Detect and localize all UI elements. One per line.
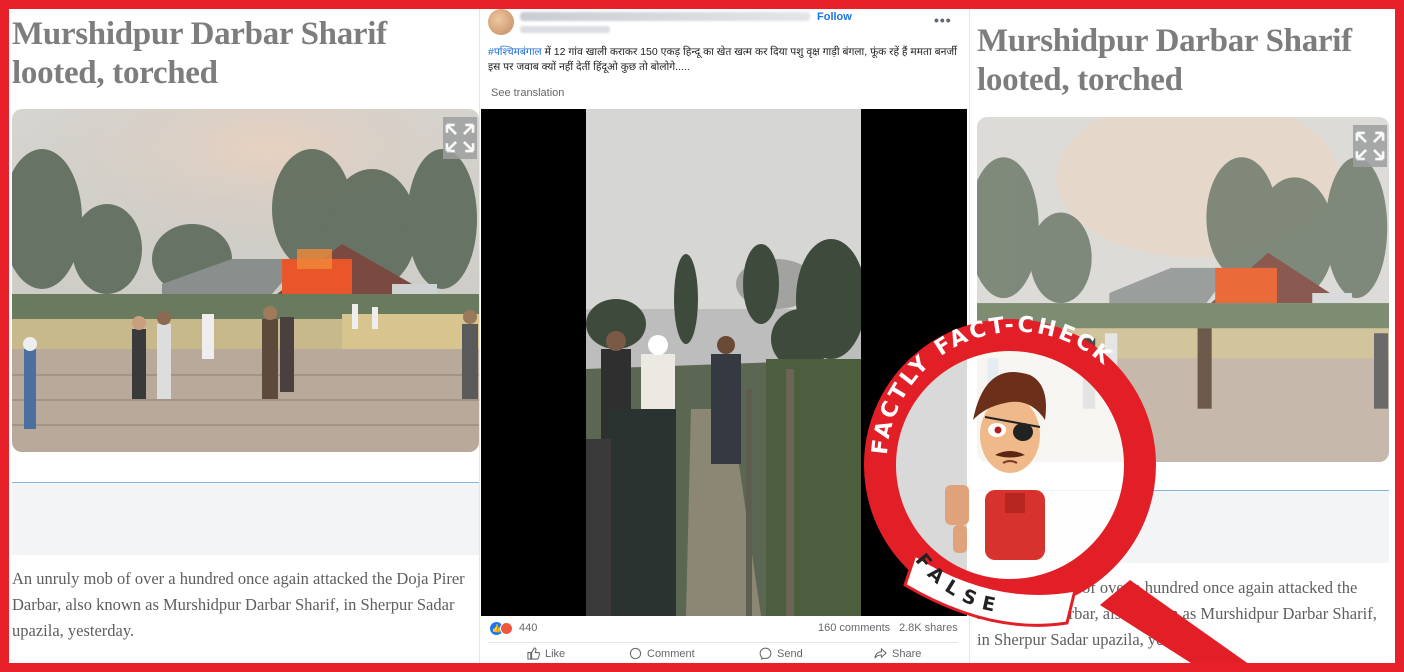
- hashtag-link[interactable]: #पश्चिमबंगाल: [488, 46, 542, 58]
- more-options-icon[interactable]: •••: [934, 12, 952, 28]
- article-photo: [12, 109, 479, 452]
- reaction-count[interactable]: 440: [519, 622, 537, 634]
- angry-reaction-icon: [500, 622, 513, 635]
- factly-false-stamp: FACTLY FACT-CHECK FALSE: [864, 312, 1260, 672]
- post-caption: #पश्चिमबंगाल में 12 गांव खाली कराकर 150 …: [488, 45, 958, 75]
- burning-building-image: [12, 109, 479, 452]
- send-button[interactable]: Send: [759, 647, 803, 660]
- comment-button[interactable]: Comment: [629, 647, 695, 660]
- blurred-post-meta: [520, 26, 610, 33]
- comment-label: Comment: [647, 647, 695, 660]
- fact-check-badge: FACTLY FACT-CHECK FALSE: [845, 305, 1285, 672]
- blurred-author-name[interactable]: [520, 12, 810, 21]
- left-article: Murshidpur Darbar Sharif looted, torched: [9, 9, 479, 663]
- article-headline: Murshidpur Darbar Sharif looted, torched: [12, 16, 387, 91]
- like-button[interactable]: Like: [527, 647, 565, 660]
- see-translation-link[interactable]: See translation: [491, 87, 564, 99]
- expand-icon: [1355, 131, 1385, 161]
- expand-icon: [445, 123, 475, 153]
- like-label: Like: [545, 647, 566, 660]
- video-frame: [586, 109, 861, 616]
- article-body: An unruly mob of over a hundred once aga…: [12, 569, 465, 640]
- send-label: Send: [777, 647, 803, 660]
- ad-placeholder: [12, 483, 479, 555]
- expand-image-button[interactable]: [1353, 125, 1387, 167]
- messenger-icon: [759, 647, 772, 660]
- avatar[interactable]: [488, 9, 514, 35]
- follow-button[interactable]: Follow: [817, 11, 852, 23]
- caption-text: में 12 गांव खाली कराकर 150 एकड़ हिन्दू क…: [488, 46, 957, 73]
- comment-icon: [629, 647, 642, 660]
- magnifier-handle: [1100, 580, 1260, 672]
- article-headline: Murshidpur Darbar Sharif looted, torched: [977, 23, 1352, 98]
- thumbs-up-icon: [527, 647, 540, 660]
- expand-image-button[interactable]: [443, 117, 477, 159]
